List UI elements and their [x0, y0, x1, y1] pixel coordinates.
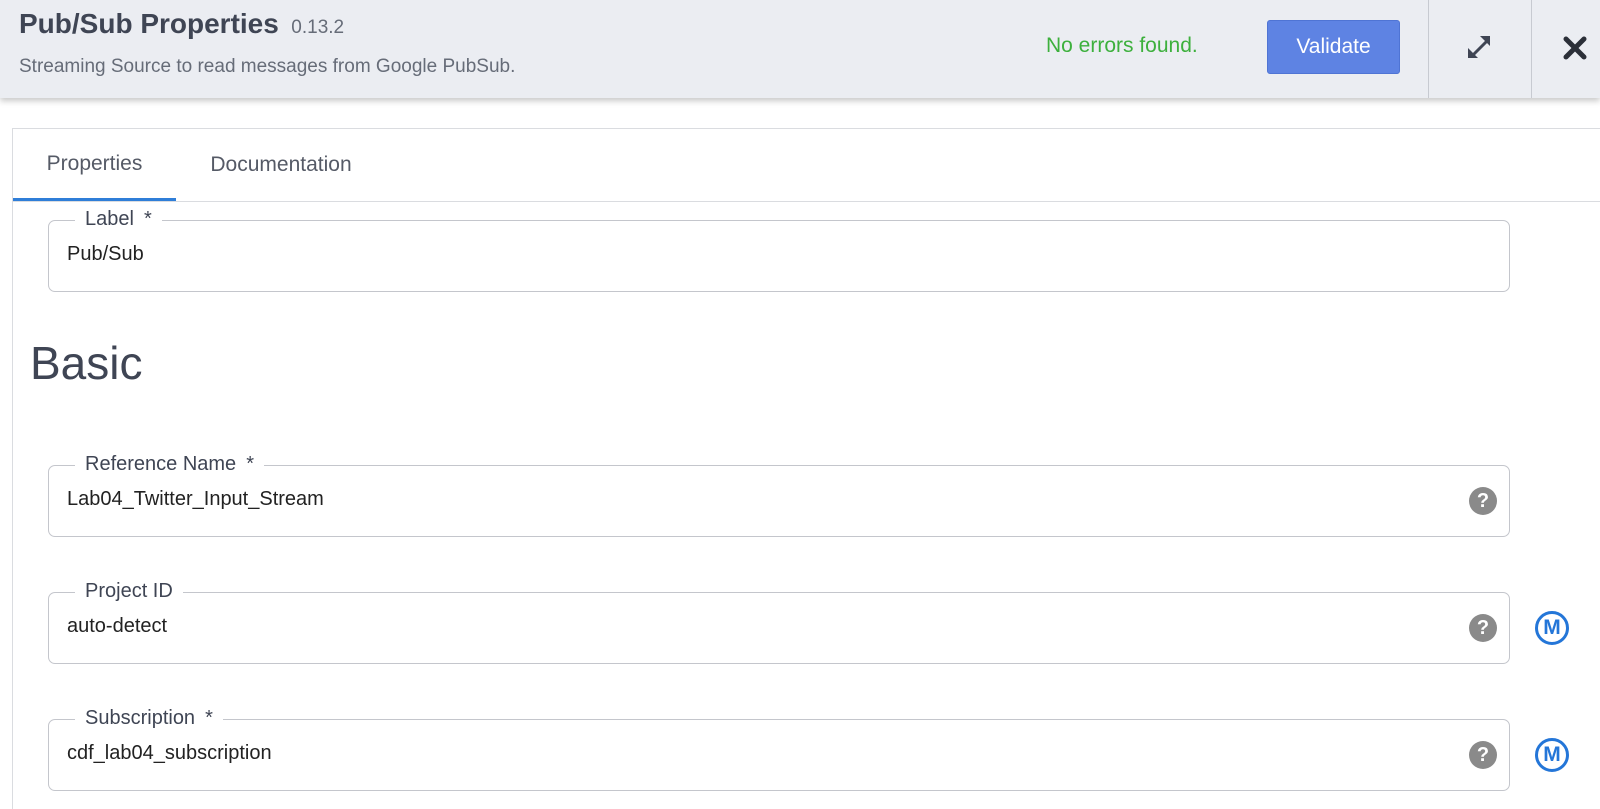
- required-mark: *: [205, 707, 213, 729]
- expand-button[interactable]: [1450, 18, 1510, 78]
- plugin-description: Streaming Source to read messages from G…: [19, 56, 516, 77]
- validation-status: No errors found.: [1046, 34, 1198, 57]
- macro-toggle-icon[interactable]: M: [1535, 611, 1569, 645]
- header-divider: [1531, 0, 1532, 98]
- label-input[interactable]: Pub/Sub: [67, 243, 144, 266]
- reference-name-label: Reference Name *: [75, 452, 264, 476]
- project-id-input[interactable]: auto-detect: [67, 615, 167, 638]
- tab-documentation[interactable]: Documentation: [176, 129, 386, 201]
- label-field[interactable]: Label * Pub/Sub: [48, 207, 1510, 292]
- tab-bar: Properties Documentation: [13, 129, 1600, 202]
- subscription-input[interactable]: cdf_lab04_subscription: [67, 742, 272, 765]
- help-icon[interactable]: ?: [1469, 487, 1497, 515]
- plugin-version: 0.13.2: [291, 17, 345, 38]
- help-icon[interactable]: ?: [1469, 614, 1497, 642]
- help-icon[interactable]: ?: [1469, 741, 1497, 769]
- close-icon: [1563, 36, 1587, 60]
- section-title-basic: Basic: [30, 337, 143, 389]
- tab-properties[interactable]: Properties: [13, 129, 176, 201]
- subscription-field[interactable]: Subscription * cdf_lab04_subscription ?: [48, 706, 1510, 791]
- reference-name-field[interactable]: Reference Name * Lab04_Twitter_Input_Stre…: [48, 452, 1510, 537]
- project-id-field[interactable]: Project ID auto-detect ?: [48, 579, 1510, 664]
- plugin-title: Pub/Sub Properties: [19, 8, 279, 39]
- header-title-row: Pub/Sub Properties 0.13.2: [19, 8, 344, 40]
- required-mark: *: [246, 453, 254, 475]
- reference-name-input[interactable]: Lab04_Twitter_Input_Stream: [67, 488, 324, 511]
- expand-arrows-icon: [1468, 36, 1491, 59]
- macro-toggle-icon[interactable]: M: [1535, 738, 1569, 772]
- label-field-label: Label *: [75, 207, 162, 231]
- required-mark: *: [143, 208, 152, 230]
- properties-header: Pub/Sub Properties 0.13.2 Streaming Sour…: [0, 0, 1600, 98]
- project-id-label: Project ID: [75, 579, 183, 603]
- close-button[interactable]: [1555, 18, 1595, 78]
- header-divider: [1428, 0, 1429, 98]
- subscription-label: Subscription *: [75, 706, 223, 730]
- validate-button[interactable]: Validate: [1267, 20, 1400, 74]
